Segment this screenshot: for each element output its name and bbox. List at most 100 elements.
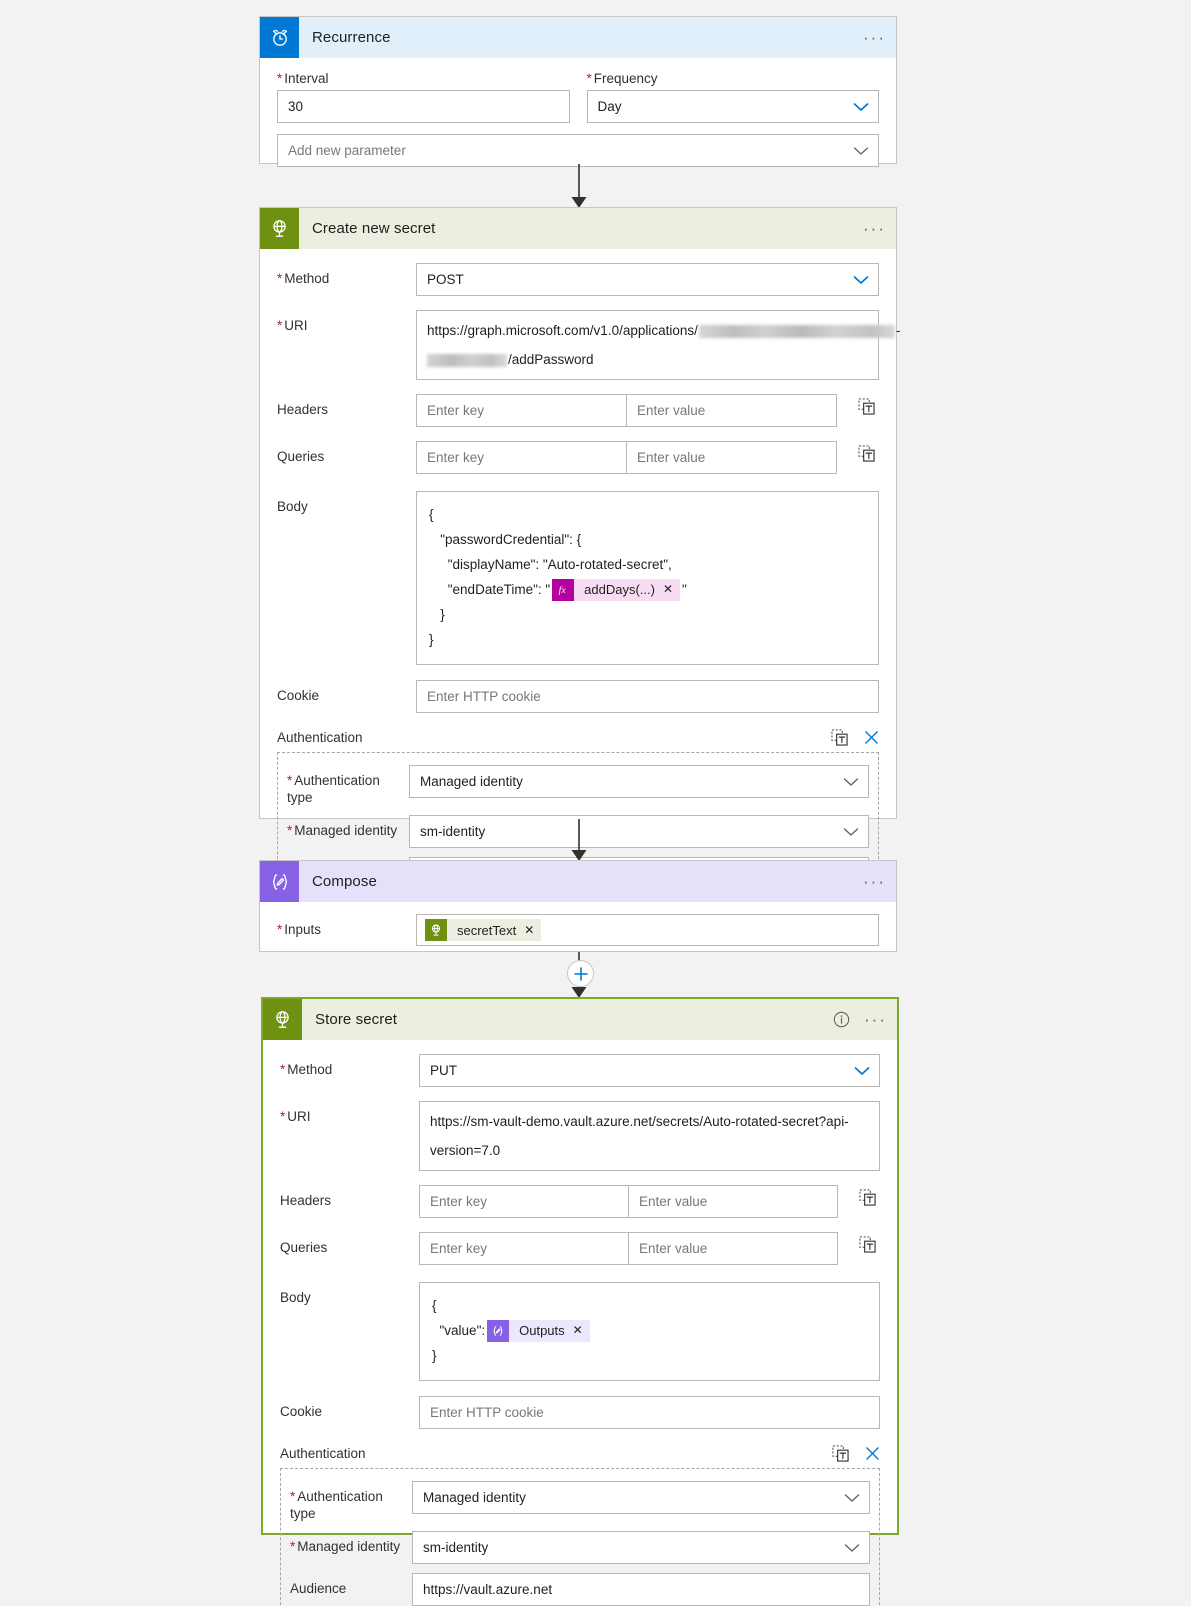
- method-value: PUT: [430, 1063, 457, 1078]
- queries-text-mode-icon[interactable]: [854, 1232, 880, 1253]
- field-method: * Method POST: [277, 263, 879, 296]
- required-marker: *: [586, 71, 592, 86]
- card-compose[interactable]: Compose ··· * Inputs secretText ✕: [259, 860, 897, 952]
- queries-text-mode-icon[interactable]: [853, 441, 879, 462]
- field-body: Body { "value": Outputs ✕}: [280, 1282, 880, 1381]
- headers-key-input[interactable]: Enter key: [419, 1185, 629, 1218]
- card-header-actions: ···: [833, 999, 887, 1040]
- authentication-actions: [832, 1445, 880, 1462]
- card-header-store-secret[interactable]: Store secret ···: [263, 999, 897, 1040]
- headers-text-mode-icon[interactable]: [854, 1185, 880, 1206]
- required-marker: *: [277, 922, 283, 937]
- audience-input[interactable]: https://vault.azure.net: [412, 1573, 870, 1606]
- token-remove-icon[interactable]: ✕: [524, 921, 541, 940]
- more-menu-icon[interactable]: ···: [863, 873, 886, 890]
- more-menu-icon[interactable]: ···: [863, 29, 886, 46]
- managed-identity-label: * Managed identity: [290, 1539, 401, 1554]
- info-icon[interactable]: [833, 1011, 850, 1028]
- body-line: }: [432, 1348, 437, 1363]
- headers-text-mode-icon[interactable]: [853, 394, 879, 415]
- connector-recurrence-to-create: [571, 164, 587, 208]
- managed-identity-value: sm-identity: [423, 1540, 489, 1555]
- queries-value-input[interactable]: Enter value: [626, 441, 837, 474]
- add-new-parameter-dropdown[interactable]: Add new parameter: [277, 134, 879, 167]
- token-remove-icon[interactable]: ✕: [573, 1318, 590, 1343]
- switch-to-text-mode-icon: [857, 398, 875, 415]
- card-header-create-new-secret[interactable]: Create new secret ···: [260, 208, 896, 249]
- headers-key-input[interactable]: Enter key: [416, 394, 627, 427]
- card-header-compose[interactable]: Compose ···: [260, 861, 896, 902]
- interval-input[interactable]: 30: [277, 90, 570, 123]
- field-authentication-type: * Authentication type Managed identity: [290, 1481, 870, 1522]
- alarm-clock-icon: [260, 17, 299, 58]
- card-recurrence[interactable]: Recurrence ··· * Interval 30 * Frequency D…: [259, 16, 897, 167]
- card-store-secret[interactable]: Store secret ··· * Method PUT * URI http…: [261, 997, 899, 1606]
- insert-step-button[interactable]: [567, 960, 594, 987]
- inputs-editor[interactable]: secretText ✕: [416, 914, 879, 946]
- body-editor[interactable]: { "value": Outputs ✕}: [419, 1282, 880, 1381]
- authentication-text-mode-icon[interactable]: [831, 729, 848, 746]
- headers-value-input[interactable]: Enter value: [626, 394, 837, 427]
- http-globe-icon: [260, 208, 299, 249]
- field-cookie: Cookie Enter HTTP cookie: [280, 1396, 880, 1429]
- queries-key-input[interactable]: Enter key: [419, 1232, 629, 1265]
- body-line: }: [429, 632, 434, 647]
- connector-create-to-compose: [571, 819, 587, 861]
- remove-authentication-icon[interactable]: [865, 1446, 880, 1461]
- http-globe-icon: [425, 919, 447, 941]
- more-menu-icon[interactable]: ···: [863, 220, 886, 237]
- switch-to-text-mode-icon: [832, 1445, 849, 1462]
- uri-input[interactable]: https://graph.microsoft.com/v1.0/applica…: [416, 310, 900, 380]
- expression-token-addDays[interactable]: fx addDays(...) ✕: [552, 577, 681, 602]
- cookie-input[interactable]: Enter HTTP cookie: [419, 1396, 880, 1429]
- token-label: secretText: [457, 922, 517, 938]
- body-editor[interactable]: { "passwordCredential": { "displayName":…: [416, 491, 879, 665]
- required-marker: *: [290, 1539, 296, 1554]
- field-frequency: * Frequency Day: [586, 71, 879, 123]
- chevron-down-icon: [843, 827, 859, 836]
- authentication-type-label: * Authentication type: [290, 1489, 383, 1521]
- uri-input[interactable]: https://sm-vault-demo.vault.azure.net/se…: [419, 1101, 880, 1171]
- redaction-block: [427, 353, 507, 367]
- frequency-dropdown[interactable]: Day: [586, 90, 879, 123]
- token-label: Outputs: [519, 1323, 565, 1338]
- method-dropdown[interactable]: PUT: [419, 1054, 880, 1087]
- headers-key-value-row: Enter key Enter value: [416, 394, 837, 427]
- headers-key-value-row: Enter key Enter value: [419, 1185, 838, 1218]
- required-marker: *: [280, 1109, 286, 1124]
- compose-braces-icon: [260, 861, 299, 902]
- token-remove-icon[interactable]: ✕: [663, 577, 680, 602]
- dynamic-content-token-secretText[interactable]: secretText ✕: [425, 919, 542, 941]
- add-new-parameter-label: Add new parameter: [288, 143, 406, 158]
- switch-to-text-mode-icon: [858, 1236, 876, 1253]
- managed-identity-dropdown[interactable]: sm-identity: [409, 815, 869, 848]
- method-value: POST: [427, 272, 464, 287]
- authentication-type-dropdown[interactable]: Managed identity: [412, 1481, 870, 1514]
- body-line: "displayName": "Auto-rotated-secret",: [429, 557, 672, 572]
- authentication-text-mode-icon[interactable]: [832, 1445, 849, 1462]
- uri-text-suffix: -: [895, 323, 901, 338]
- cookie-input[interactable]: Enter HTTP cookie: [416, 680, 879, 713]
- managed-identity-dropdown[interactable]: sm-identity: [412, 1531, 870, 1564]
- required-marker: *: [290, 1489, 296, 1504]
- card-create-new-secret[interactable]: Create new secret ··· * Method POST * URI: [259, 207, 900, 904]
- card-body-store-secret: * Method PUT * URI https://sm-vault-demo.v…: [263, 1054, 897, 1606]
- field-interval: * Interval 30: [277, 71, 570, 123]
- remove-authentication-icon[interactable]: [864, 730, 879, 745]
- card-header-recurrence[interactable]: Recurrence ···: [260, 17, 896, 58]
- headers-label: Headers: [277, 402, 329, 417]
- more-menu-icon[interactable]: ···: [864, 1011, 887, 1028]
- headers-value-input[interactable]: Enter value: [628, 1185, 838, 1218]
- dynamic-content-token-outputs[interactable]: Outputs ✕: [487, 1318, 590, 1343]
- queries-key-input[interactable]: Enter key: [416, 441, 627, 474]
- queries-value-input[interactable]: Enter value: [628, 1232, 838, 1265]
- uri-line-2: version=7.0: [430, 1143, 501, 1158]
- frequency-label: * Frequency: [586, 71, 658, 86]
- queries-label: Queries: [277, 449, 325, 464]
- card-title: Compose: [312, 873, 377, 890]
- field-authentication-type: * Authentication type Managed identity: [287, 765, 869, 806]
- chevron-down-icon: [853, 102, 869, 111]
- authentication-type-dropdown[interactable]: Managed identity: [409, 765, 869, 798]
- method-dropdown[interactable]: POST: [416, 263, 879, 296]
- field-body: Body { "passwordCredential": { "displayN…: [277, 491, 879, 665]
